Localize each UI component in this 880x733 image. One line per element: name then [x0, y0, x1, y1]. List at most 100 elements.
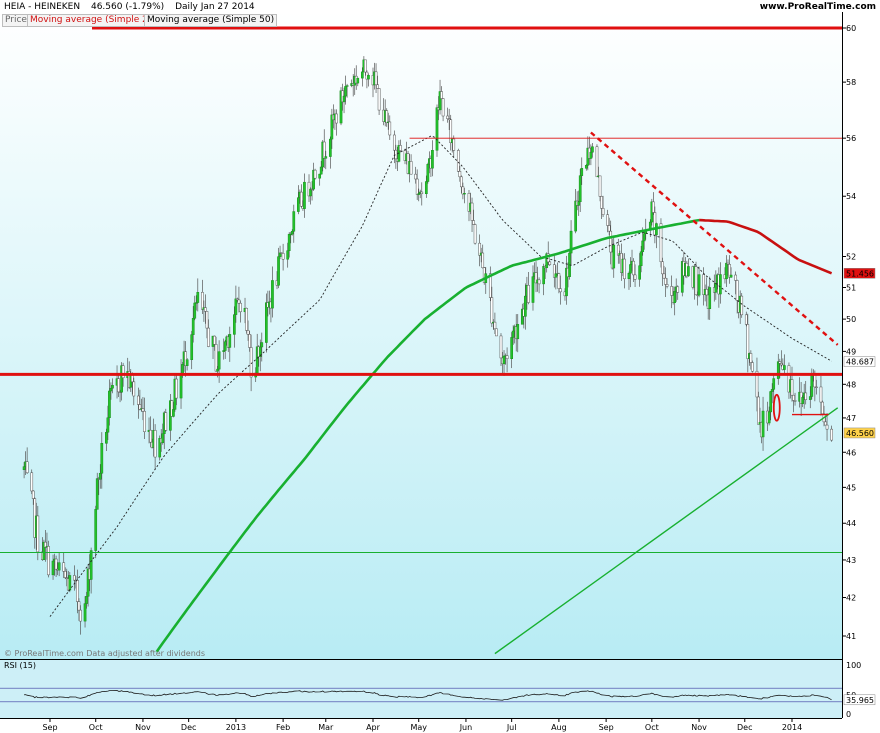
candle-body: [360, 71, 364, 79]
candle-body: [76, 580, 79, 602]
candle-body: [761, 410, 765, 438]
candle-body: [296, 197, 300, 212]
candle-body: [770, 389, 774, 392]
candle-body: [810, 373, 814, 397]
chart-window: 41 42 43 44 45 46 47 48 49 50 51 52 54 56 58 60 Sep Oct No…: [0, 0, 880, 733]
candle-body: [612, 244, 616, 269]
candle-body: [749, 353, 753, 363]
candle-body: [629, 264, 632, 274]
x-tick-label: Apr: [366, 723, 381, 732]
candle-body: [470, 202, 474, 221]
rsi-tick-label: 100: [846, 661, 861, 670]
candle-body: [239, 302, 242, 313]
candle-body: [705, 289, 709, 296]
candle-body: [248, 334, 251, 348]
candle-body: [117, 378, 120, 393]
candle-body: [652, 201, 655, 213]
price-panel-bg: [0, 12, 842, 659]
candle-body: [388, 121, 392, 136]
candle-body: [409, 161, 413, 175]
candle-body: [367, 75, 370, 80]
candle-body: [246, 330, 250, 335]
candle-body: [89, 550, 93, 580]
candle-body: [277, 256, 280, 286]
y-tick-label: 56: [846, 134, 856, 143]
candle-body: [217, 351, 221, 370]
candle-body: [324, 156, 328, 159]
candle-body: [578, 175, 582, 203]
x-tick-label: Mar: [318, 723, 334, 732]
candle-body: [344, 86, 347, 97]
price-label-text: 51.456: [846, 269, 874, 278]
y-tick-label: 43: [846, 556, 856, 565]
candle-body: [181, 364, 184, 374]
candle-body: [584, 165, 588, 169]
candle-body: [441, 98, 445, 117]
candle-body: [694, 266, 698, 295]
candle-body: [670, 286, 673, 296]
candle-body: [292, 211, 296, 232]
candle-body: [216, 368, 219, 372]
price-chart[interactable]: 41 42 43 44 45 46 47 48 49 50 51 52 54 56 58 60 Sep Oct No…: [0, 0, 880, 733]
candle-body: [825, 424, 829, 430]
x-tick-label: 2013: [226, 723, 246, 732]
candle-body: [153, 430, 157, 458]
candle-body: [121, 365, 125, 379]
candle-body: [708, 287, 712, 309]
candle-body: [63, 571, 67, 578]
last-change: 46.560 (-1.79%): [90, 2, 165, 12]
candle-body: [205, 311, 209, 329]
candle-body: [769, 391, 773, 413]
candle-body: [665, 284, 669, 287]
candle-body: [821, 401, 824, 415]
candle-body: [557, 273, 561, 289]
candle-body: [249, 347, 253, 378]
candle-body: [714, 283, 718, 293]
y-tick-label: 45: [846, 483, 856, 492]
candle-body: [639, 251, 643, 266]
candle-body: [431, 150, 434, 169]
x-tick-label: 2014: [782, 723, 802, 732]
candle-body: [105, 431, 108, 444]
y-tick-label: 49: [846, 347, 856, 356]
candle-body: [638, 265, 641, 280]
candle-body: [161, 433, 165, 444]
candle-body: [767, 411, 771, 424]
candle-body: [193, 302, 197, 319]
candle-body: [201, 292, 204, 310]
legend-price[interactable]: Price: [2, 14, 30, 27]
price-label-text: 48.687: [846, 358, 874, 367]
y-tick-label: 50: [846, 315, 856, 324]
y-tick-label: 48: [846, 380, 856, 389]
candle-body: [36, 515, 40, 553]
candle-body: [399, 145, 402, 151]
candle-body: [335, 113, 338, 124]
candle-body: [527, 285, 530, 303]
candle-body: [172, 409, 175, 417]
candle-body: [531, 276, 535, 303]
candle-body: [149, 429, 152, 443]
candle-body: [627, 272, 631, 280]
instrument-title: HEIA - HEINEKEN 46.560 (-1.79%) Daily Ja…: [4, 2, 255, 12]
candle-body: [589, 151, 593, 159]
candle-body: [95, 478, 99, 510]
candle-body: [271, 280, 274, 309]
legend-ma50[interactable]: Moving average (Simple 50): [144, 14, 278, 27]
candle-body: [234, 298, 238, 315]
candle-body: [804, 392, 808, 400]
candle-body: [793, 400, 797, 402]
candle-body: [290, 230, 294, 235]
candle-body: [659, 223, 663, 263]
candle-body: [687, 266, 690, 277]
x-tick-label: Nov: [135, 723, 151, 732]
candle-body: [185, 359, 189, 366]
candle-body: [725, 262, 728, 280]
candle-body: [420, 191, 424, 195]
candle-body: [641, 240, 645, 253]
candle-body: [77, 601, 81, 611]
candle-body: [286, 250, 290, 260]
candle-body: [79, 609, 82, 622]
candle-body: [473, 224, 477, 244]
candle-body: [461, 186, 465, 195]
instrument-name: HEIA - HEINEKEN: [4, 2, 81, 12]
